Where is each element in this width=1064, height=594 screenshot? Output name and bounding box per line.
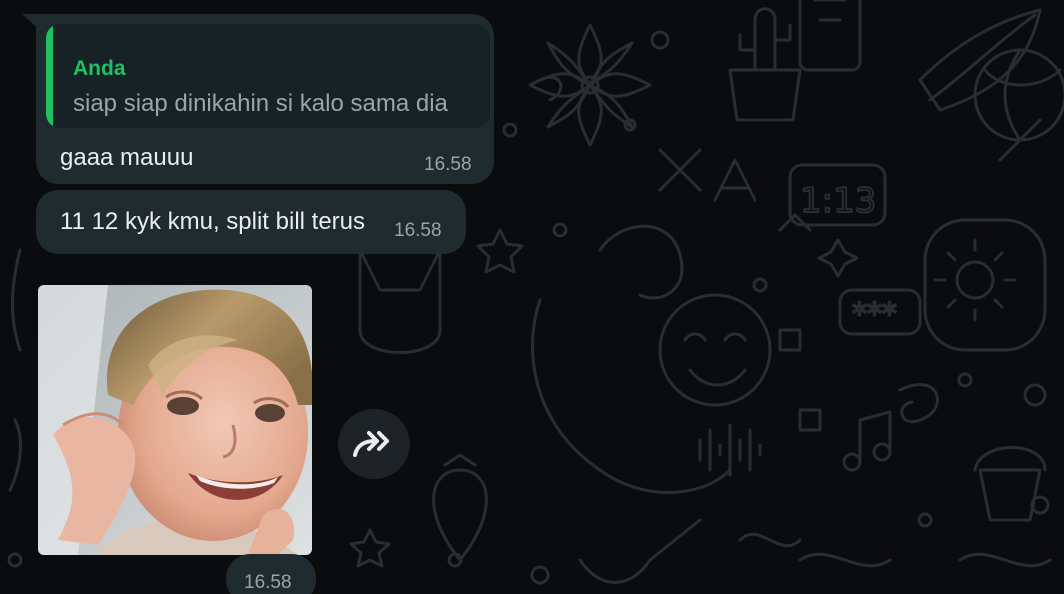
message-text: gaaa mauuu <box>60 144 194 171</box>
quoted-text: siap siap dinikahin si kalo sama dia <box>73 90 448 117</box>
quoted-message[interactable]: Anda siap siap dinikahin si kalo sama di… <box>46 24 490 128</box>
svg-text:***: *** <box>852 297 897 332</box>
message-time: 16.58 <box>394 220 442 241</box>
message-time: 16.58 <box>244 572 292 593</box>
media-image-message[interactable] <box>38 285 312 555</box>
chat-view: 1:13 *** Anda siap siap dinikahin si kal… <box>0 0 1064 594</box>
quoted-author: Anda <box>73 57 126 80</box>
quote-accent-bar <box>46 24 53 128</box>
child-photo <box>38 285 312 555</box>
media-time-badge: 16.58 <box>226 554 316 594</box>
message-bubble[interactable]: 11 12 kyk kmu, split bill terus 16.58 <box>36 190 466 254</box>
message-time: 16.58 <box>424 154 472 175</box>
forward-button[interactable] <box>338 409 410 479</box>
forward-double-arrow-icon <box>353 431 389 457</box>
svg-text:1:13: 1:13 <box>800 181 876 221</box>
message-text: 11 12 kyk kmu, split bill terus <box>60 208 366 235</box>
message-bubble-reply[interactable]: Anda siap siap dinikahin si kalo sama di… <box>36 14 494 184</box>
